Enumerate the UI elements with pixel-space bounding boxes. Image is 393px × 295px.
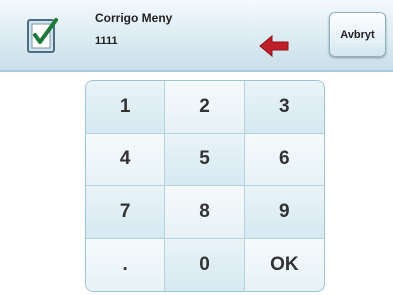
- cancel-button[interactable]: Avbryt: [329, 12, 386, 57]
- key-ok[interactable]: OK: [244, 238, 324, 291]
- key-3[interactable]: 3: [244, 81, 324, 134]
- input-value: 1111: [95, 35, 118, 47]
- key-2[interactable]: 2: [165, 81, 245, 134]
- page-title: Corrigo Meny: [95, 11, 173, 25]
- key-6[interactable]: 6: [244, 133, 324, 186]
- key-8[interactable]: 8: [165, 186, 245, 239]
- key-decimal[interactable]: .: [86, 238, 166, 291]
- left-arrow-icon[interactable]: [258, 34, 290, 58]
- screen: Corrigo Meny 1111 Avbryt 1 2 3 4 5 6 7 8…: [0, 0, 393, 295]
- header-bar: Corrigo Meny 1111 Avbryt: [0, 0, 393, 72]
- key-5[interactable]: 5: [165, 133, 245, 186]
- key-9[interactable]: 9: [244, 186, 324, 239]
- checkbox-clipboard-icon: [27, 18, 58, 53]
- key-1[interactable]: 1: [86, 81, 166, 134]
- numeric-keypad: 1 2 3 4 5 6 7 8 9 . 0 OK: [85, 80, 325, 292]
- key-4[interactable]: 4: [86, 133, 166, 186]
- key-0[interactable]: 0: [165, 238, 245, 291]
- key-7[interactable]: 7: [86, 186, 166, 239]
